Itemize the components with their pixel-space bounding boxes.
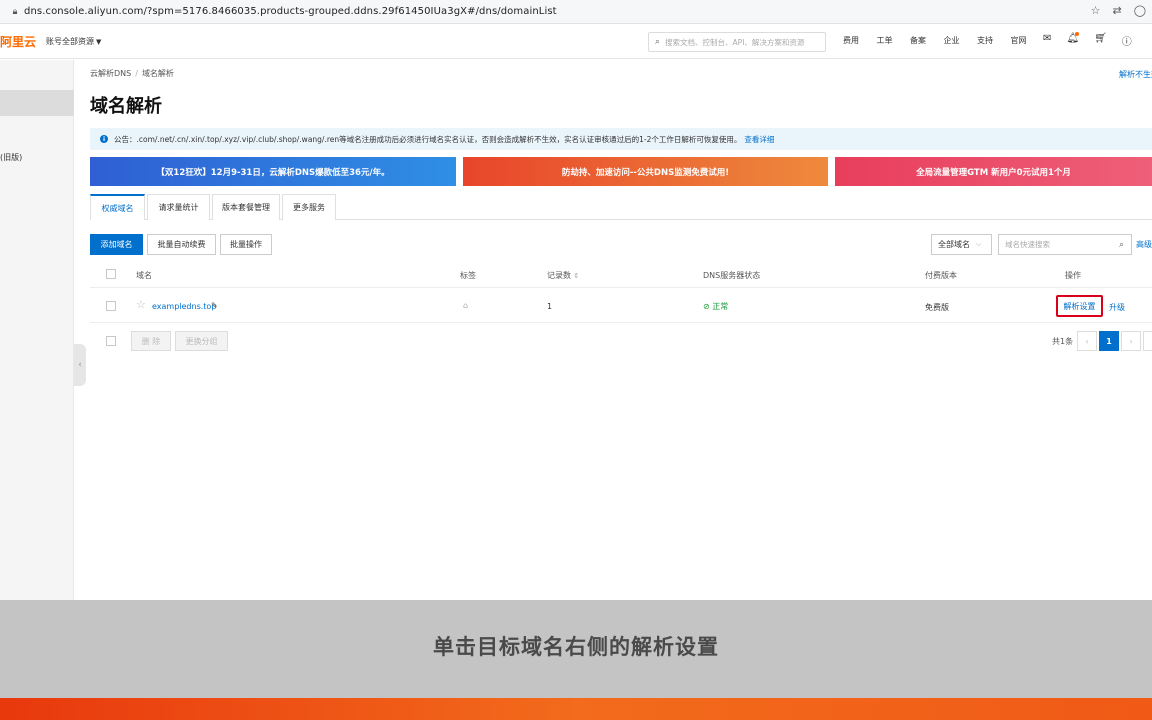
top-icons: ✉ 🔔︎ 🛒︎ ⓘ (1043, 32, 1132, 48)
address-url[interactable]: dns.console.aliyun.com/?spm=5176.8466035… (24, 6, 557, 17)
global-search-placeholder: 搜索文档、控制台、API、解决方案和资源 (665, 37, 805, 47)
notification-dot (1075, 32, 1080, 36)
nav-icp[interactable]: 备案 (910, 35, 944, 46)
bookmark-star-icon[interactable]: ☆ (1091, 4, 1101, 17)
footer-select-all-checkbox[interactable] (106, 336, 116, 346)
nav-tickets[interactable]: 工单 (877, 35, 911, 46)
browser-actions: ☆ ⇄ ◯ (1091, 4, 1146, 17)
promo-banner-3[interactable]: 全局流量管理GTM 新用户0元试用1个月 (835, 157, 1152, 186)
edition-value: 免费版 (925, 303, 949, 312)
search-icon: ⌕ (655, 37, 661, 47)
tab-edition-management[interactable]: 版本套餐管理 (212, 194, 280, 220)
sidebar-collapse-handle[interactable]: ‹ (74, 344, 86, 386)
nav-support[interactable]: 支持 (977, 35, 1011, 46)
bell-icon[interactable]: 🔔︎ (1066, 32, 1080, 48)
message-icon[interactable]: ✉ (1043, 33, 1051, 48)
help-icon[interactable]: ⓘ (1122, 33, 1132, 48)
global-search[interactable]: ⌕ 搜索文档、控制台、API、解决方案和资源 (648, 32, 826, 52)
page-size-select[interactable] (1143, 331, 1152, 351)
total-count: 共1条 (1052, 337, 1074, 346)
search-icon[interactable]: ⌕ (1119, 240, 1124, 250)
chevron-left-icon: ‹ (78, 360, 82, 370)
lock-icon: 🔒︎ (12, 6, 18, 17)
tab-authoritative-domains[interactable]: 权威域名 (90, 194, 145, 220)
edit-icon[interactable]: ✎ (211, 301, 218, 310)
select-all-checkbox[interactable] (106, 269, 116, 279)
info-icon: i (100, 135, 108, 143)
batch-operation-button[interactable]: 批量操作 (220, 234, 272, 255)
column-header-actions: 操作 (1065, 271, 1081, 280)
caret-down-icon: ▼ (96, 38, 102, 46)
sidebar-item-old-version[interactable]: (旧版) (0, 152, 22, 163)
notice-bar: i 公告：.com/.net/.cn/.xin/.top/.xyz/.vip/.… (90, 128, 1152, 150)
caption-text: 单击目标域名右侧的解析设置 (433, 635, 719, 659)
breadcrumb-separator: / (135, 69, 138, 78)
check-circle-icon: ⊘ (703, 302, 710, 311)
column-header-tags: 标签 (460, 271, 476, 280)
tutorial-caption: 单击目标域名右侧的解析设置 (0, 600, 1152, 698)
nav-enterprise[interactable]: 企业 (944, 35, 978, 46)
promo-banner-1[interactable]: 【双12狂欢】12月9-31日，云解析DNS爆款低至36元/年。 (90, 157, 456, 186)
top-nav: 费用 工单 备案 企业 支持 官网 (843, 35, 1044, 46)
resource-selector-label: 账号全部资源 (46, 37, 94, 46)
notice-text: 公告：.com/.net/.cn/.xin/.top/.xyz/.vip/.cl… (114, 134, 742, 144)
record-count: 1 (547, 302, 553, 311)
dns-status-text: 正常 (712, 302, 729, 311)
tag-icon[interactable]: ⌂ (463, 301, 468, 310)
batch-auto-renew-button[interactable]: 批量自动续费 (147, 234, 216, 255)
chevron-left-icon: ‹ (1085, 336, 1089, 346)
quick-search-placeholder: 域名快速搜索 (1005, 240, 1050, 249)
column-header-edition: 付费版本 (925, 271, 957, 280)
breadcrumb-domain-resolution: 域名解析 (141, 69, 174, 78)
column-header-domain: 域名 (136, 271, 152, 280)
notice-detail-link[interactable]: 查看详细 (744, 134, 774, 145)
browser-address-bar: 🔒︎ dns.console.aliyun.com/?spm=5176.8466… (0, 0, 1152, 24)
next-page-button[interactable]: › (1121, 331, 1141, 351)
upgrade-link[interactable]: 升级 (1109, 302, 1125, 313)
chevron-right-icon: › (1129, 336, 1133, 346)
table-header: 域名 标签 记录数 ⇕ DNS服务器状态 付费版本 操作 (90, 262, 1152, 288)
tab-more-services[interactable]: 更多服务 (282, 194, 336, 220)
page-title: 域名解析 (90, 96, 162, 117)
domain-name-link[interactable]: exampledns.top (152, 302, 216, 311)
tab-query-stats[interactable]: 请求量统计 (147, 194, 210, 220)
help-link[interactable]: 解析不生效 (1119, 69, 1152, 80)
table-row: ☆ exampledns.top ✎ ⌂ 1 ⊘ 正常 免费版 解析设置 升级 (90, 289, 1152, 323)
advanced-search-link[interactable]: 高级 (1136, 239, 1152, 250)
promo-banner-2[interactable]: 防劫持、加速访问--公共DNS监测免费试用! (463, 157, 828, 186)
breadcrumb: 云解析DNS / 域名解析 (90, 68, 174, 79)
column-header-dns-status: DNS服务器状态 (703, 271, 761, 280)
resolution-settings-button[interactable]: 解析设置 (1056, 295, 1103, 317)
nav-billing[interactable]: 费用 (843, 35, 877, 46)
sort-icon: ⇕ (573, 272, 580, 280)
sidebar: (旧版) (0, 60, 74, 600)
cart-icon[interactable]: 🛒︎ (1094, 33, 1107, 48)
sidebar-item-active[interactable] (0, 90, 74, 116)
extension-icon[interactable]: ⇄ (1112, 4, 1121, 17)
prev-page-button[interactable]: ‹ (1077, 331, 1097, 351)
aliyun-logo[interactable]: 阿里云 (0, 33, 42, 50)
column-header-records-label: 记录数 (547, 271, 571, 280)
tab-bar: 权威域名 请求量统计 版本套餐管理 更多服务 (90, 194, 1152, 220)
column-header-records[interactable]: 记录数 ⇕ (547, 270, 579, 281)
row-checkbox[interactable] (106, 301, 116, 311)
nav-website[interactable]: 官网 (1011, 35, 1045, 46)
resource-selector[interactable]: 账号全部资源 ▼ (46, 36, 101, 47)
change-group-button[interactable]: 更换分组 (175, 331, 228, 351)
chevron-down-icon: ⌵ (976, 240, 982, 248)
domain-filter-select[interactable]: 全部域名 ⌵ (931, 234, 992, 255)
bottom-decorative-stripe (0, 698, 1152, 720)
domain-filter-value: 全部域名 (938, 240, 970, 249)
delete-button[interactable]: 删 除 (131, 331, 171, 351)
quick-search-input[interactable]: 域名快速搜索 ⌕ (998, 234, 1132, 255)
console-topbar: 阿里云 账号全部资源 ▼ ⌕ 搜索文档、控制台、API、解决方案和资源 费用 工单… (0, 25, 1152, 59)
add-domain-button[interactable]: 添加域名 (90, 234, 143, 255)
breadcrumb-dns[interactable]: 云解析DNS (90, 69, 131, 78)
profile-icon[interactable]: ◯ (1134, 4, 1146, 17)
dns-status: ⊘ 正常 (703, 301, 728, 312)
star-icon[interactable]: ☆ (136, 298, 146, 311)
page-1-button[interactable]: 1 (1099, 331, 1119, 351)
